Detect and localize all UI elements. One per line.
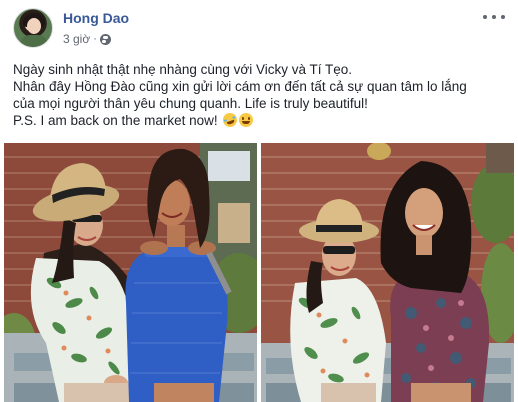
photo-left[interactable] [4, 143, 257, 402]
grinning-squinting-emoji-icon [239, 113, 254, 127]
photo-right-image [261, 143, 514, 402]
author-name[interactable]: Hong Dao [63, 10, 129, 26]
post-body-text: Ngày sinh nhật thật nhẹ nhàng cùng với V… [13, 61, 505, 129]
photo-left-image [4, 143, 257, 402]
post-timestamp[interactable]: 3 giờ [63, 32, 90, 46]
globe-icon[interactable] [99, 33, 111, 45]
more-options-icon[interactable] [483, 10, 505, 24]
post-text-line: của mọi người thân yêu chung quanh. Life… [13, 96, 368, 111]
author-avatar[interactable] [13, 8, 53, 48]
meta-separator: · [93, 33, 97, 45]
post-text-line: Nhân đây Hồng Đào cũng xin gửi lời cám ơ… [13, 79, 467, 94]
avatar-body [20, 35, 48, 47]
more-dot [483, 15, 487, 19]
photo-right[interactable] [261, 143, 514, 402]
facebook-post: Hong Dao 3 giờ · Ngày sinh nhật thật nhẹ… [0, 0, 518, 402]
more-dot [492, 15, 496, 19]
post-text-line: Ngày sinh nhật thật nhẹ nhàng cùng với V… [13, 62, 353, 77]
post-meta: 3 giờ · [63, 32, 111, 46]
photo-grid [4, 143, 514, 402]
post-text-line: P.S. I am back on the market now! [13, 113, 218, 128]
post-header: Hong Dao 3 giờ · [13, 8, 505, 52]
avatar-face [27, 18, 41, 34]
rolling-on-floor-laughing-emoji-icon [221, 111, 240, 129]
post-text-line-last: P.S. I am back on the market now! [13, 111, 505, 129]
more-dot [501, 15, 505, 19]
